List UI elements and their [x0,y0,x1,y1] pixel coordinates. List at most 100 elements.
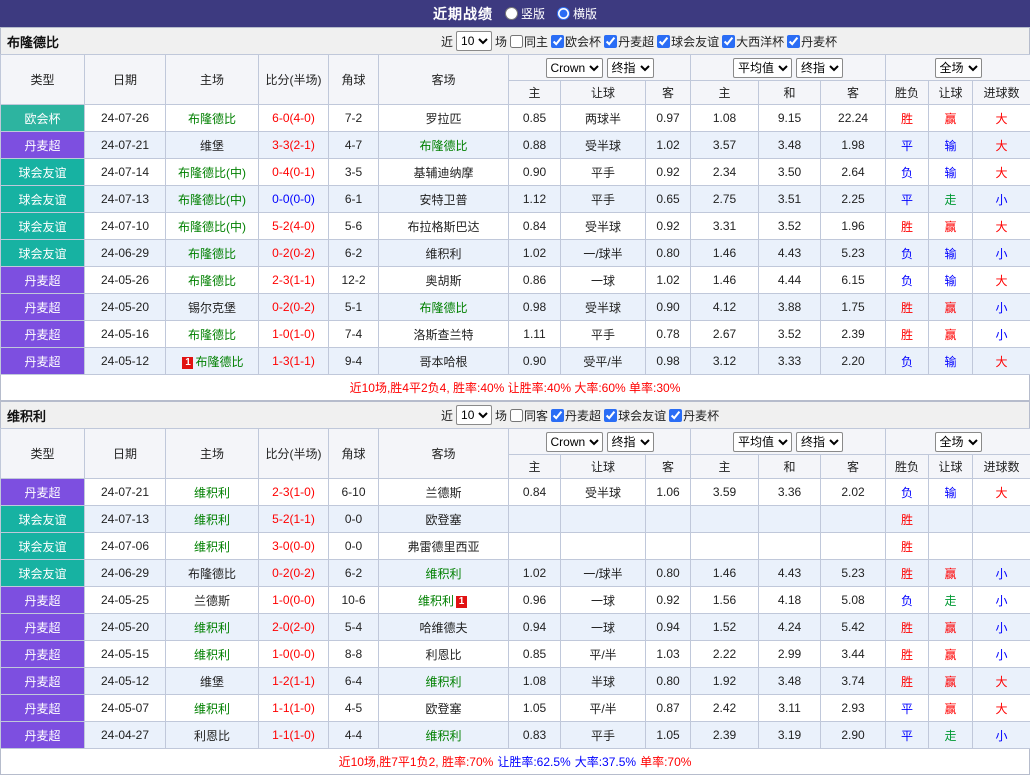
home-team-text: 维积利 [194,486,230,500]
horizontal-layout-radio[interactable] [557,7,570,20]
match-date: 24-07-06 [85,533,166,560]
home-team: 锡尔克堡 [166,294,259,321]
league-filter-checkbox-input[interactable] [604,409,617,422]
league-filter-checkbox[interactable]: 丹麦杯 [787,33,837,50]
league-badge: 球会友谊 [1,240,85,267]
avg-draw: 3.11 [759,695,821,722]
match-row: 丹麦超24-05-20锡尔克堡0-2(0-2)5-1布隆德比0.98受半球0.9… [1,294,1030,321]
bookmaker-select[interactable]: Crown [546,58,603,78]
match-date: 24-07-21 [85,132,166,159]
odds-handicap: 一球 [561,267,646,294]
avg-away: 2.02 [821,479,886,506]
bookmaker-time-select[interactable]: 终指 [607,58,654,78]
score: 1-0(0-0) [259,587,329,614]
league-badge: 丹麦超 [1,614,85,641]
league-badge: 丹麦超 [1,132,85,159]
home-team: 布隆德比(中) [166,213,259,240]
match-date: 24-06-29 [85,240,166,267]
odds-away: 0.90 [646,294,691,321]
odds-away: 0.94 [646,614,691,641]
score: 1-2(1-1) [259,668,329,695]
same-venue-checkbox-input[interactable] [510,35,523,48]
league-filter-checkbox[interactable]: 球会友谊 [604,407,666,424]
match-date: 24-07-14 [85,159,166,186]
handicap-result: 输 [929,348,973,375]
league-filter-checkbox-input[interactable] [722,35,735,48]
league-filter-checkbox-input[interactable] [551,35,564,48]
odds-handicap [561,533,646,560]
odds-handicap: 受半球 [561,213,646,240]
score: 1-1(1-0) [259,722,329,749]
league-badge: 球会友谊 [1,560,85,587]
league-filter-checkbox-input[interactable] [657,35,670,48]
league-filter-checkbox[interactable]: 丹麦超 [551,407,601,424]
average-time-select[interactable]: 终指 [796,58,843,78]
handicap-result: 走 [929,587,973,614]
match-date: 24-05-12 [85,668,166,695]
same-venue-checkbox[interactable]: 同客 [510,407,548,424]
away-team: 奥胡斯 [379,267,509,294]
league-filter-checkbox-input[interactable] [787,35,800,48]
result: 胜 [886,294,929,321]
goals-result: 大 [973,159,1030,186]
average-dropdown-cell: 平均值终指 [691,55,886,81]
goals-result: 小 [973,587,1030,614]
goals-result: 小 [973,560,1030,587]
away-team: 布隆德比 [379,294,509,321]
home-team: 布隆德比 [166,240,259,267]
summary-line: 近10场,胜4平2负4, 胜率:40% 让胜率:40% 大率:60% 单率:30… [0,375,1030,401]
handicap-result: 走 [929,722,973,749]
average-time-select[interactable]: 终指 [796,432,843,452]
home-team: 布隆德比 [166,267,259,294]
goals-result: 小 [973,641,1030,668]
same-venue-checkbox-input[interactable] [510,409,523,422]
match-row: 丹麦超24-05-07维积利1-1(1-0)4-5欧登塞1.05平/半0.872… [1,695,1030,722]
layout-option-horizontal[interactable]: 横版 [557,5,597,22]
away-team: 洛斯查兰特 [379,321,509,348]
same-venue-checkbox[interactable]: 同主 [510,33,548,50]
match-count-select[interactable]: 10 [456,31,492,51]
league-filter-checkbox-label: 丹麦超 [618,33,654,50]
league-filter-checkbox-label: 球会友谊 [671,33,719,50]
average-select[interactable]: 平均值 [733,432,792,452]
scope-select[interactable]: 全场 [935,58,982,78]
away-team: 利恩比 [379,641,509,668]
home-team: 布隆德比(中) [166,159,259,186]
league-filter-checkbox-input[interactable] [604,35,617,48]
match-row: 丹麦超24-05-25兰德斯1-0(0-0)10-6维积利10.96一球0.92… [1,587,1030,614]
bookmaker-time-select[interactable]: 终指 [607,432,654,452]
score: 3-3(2-1) [259,132,329,159]
result: 胜 [886,641,929,668]
league-filter-checkbox[interactable]: 丹麦杯 [669,407,719,424]
league-filter-checkbox-label: 丹麦杯 [683,407,719,424]
league-badge: 丹麦超 [1,267,85,294]
bookmaker-dropdown-cell: Crown终指 [509,55,691,81]
away-team-text: 洛斯查兰特 [413,328,473,342]
match-date: 24-07-13 [85,186,166,213]
handicap-result: 输 [929,132,973,159]
match-count-select[interactable]: 10 [456,405,492,425]
league-filter-checkbox[interactable]: 欧会杯 [551,33,601,50]
section-titlebar: 布隆德比近10场同主欧会杯丹麦超球会友谊大西洋杯丹麦杯 [0,27,1030,54]
odds-away: 0.65 [646,186,691,213]
scope-select[interactable]: 全场 [935,432,982,452]
league-filter-checkbox-input[interactable] [551,409,564,422]
league-filter-checkbox-label: 欧会杯 [565,33,601,50]
league-filter-checkbox[interactable]: 球会友谊 [657,33,719,50]
vertical-layout-radio[interactable] [505,7,518,20]
league-filter-checkbox[interactable]: 大西洋杯 [722,33,784,50]
home-team-text: 布隆德比 [188,274,236,288]
league-filter-checkbox[interactable]: 丹麦超 [604,33,654,50]
match-date: 24-05-16 [85,321,166,348]
match-row: 丹麦超24-05-20维积利2-0(2-0)5-4哈维德夫0.94一球0.941… [1,614,1030,641]
match-date: 24-05-12 [85,348,166,375]
odds-handicap: 一球 [561,587,646,614]
avg-home: 1.52 [691,614,759,641]
odds-handicap: 平手 [561,321,646,348]
bookmaker-select[interactable]: Crown [546,432,603,452]
odds-home: 0.98 [509,294,561,321]
league-filter-checkbox-input[interactable] [669,409,682,422]
result: 负 [886,479,929,506]
average-select[interactable]: 平均值 [733,58,792,78]
layout-option-vertical[interactable]: 竖版 [505,5,545,22]
